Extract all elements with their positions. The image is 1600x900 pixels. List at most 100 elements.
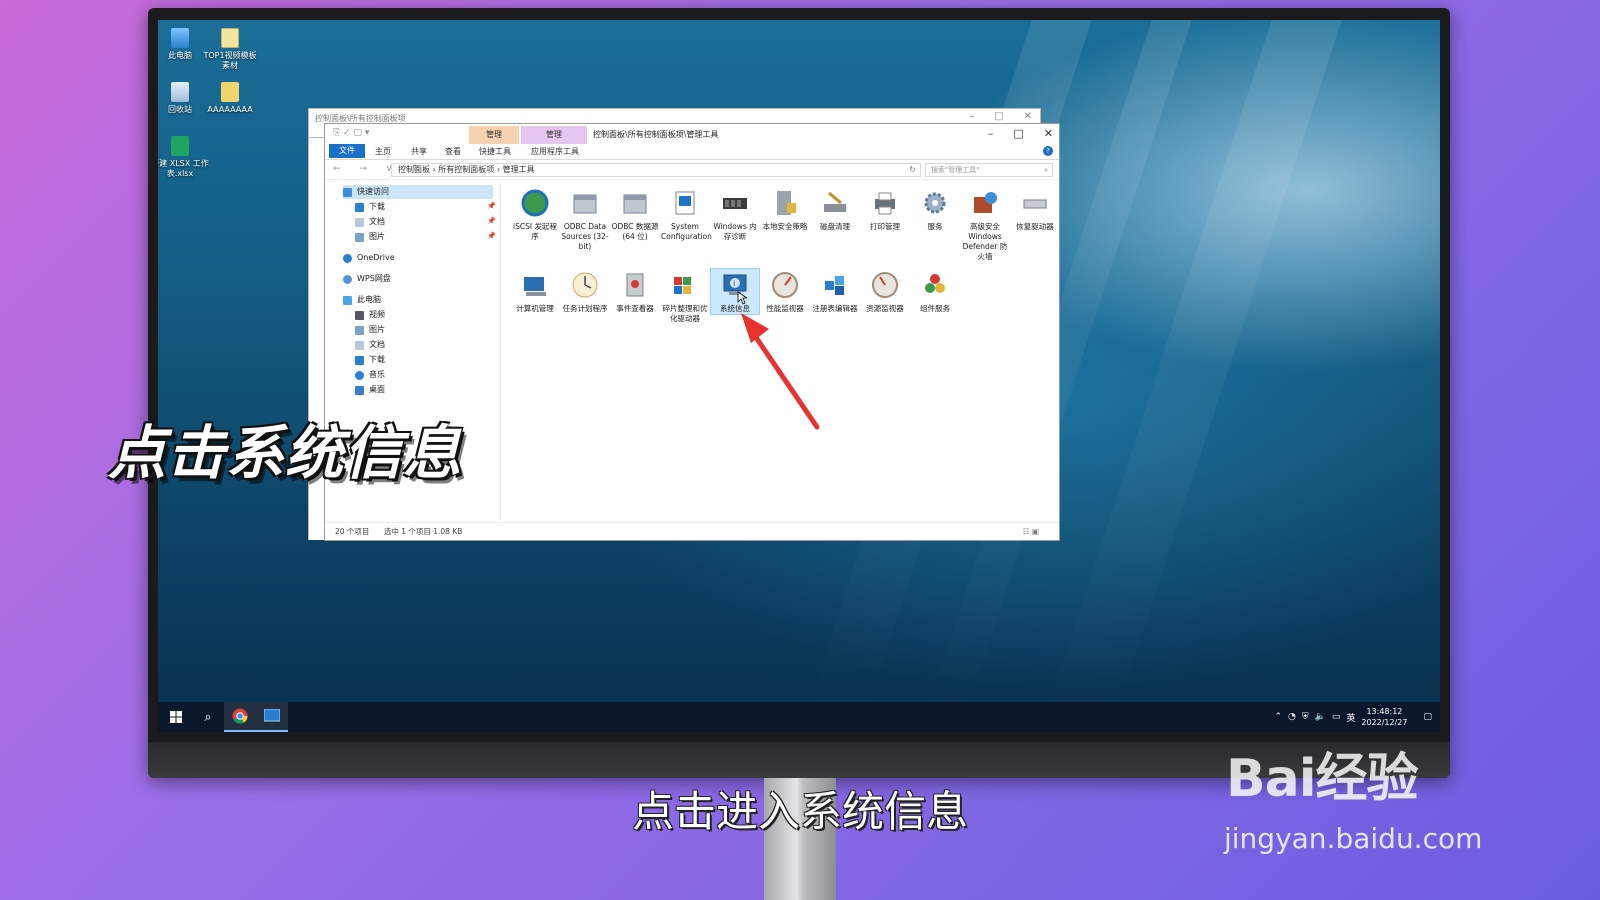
- display-icon[interactable]: ▭: [1332, 712, 1341, 722]
- tile-local-security-policy[interactable]: 本地安全策略: [761, 187, 809, 232]
- nav-pictures[interactable]: 图片: [355, 230, 385, 244]
- search-icon[interactable]: ⌕: [1044, 164, 1048, 176]
- drive-icon: [1019, 187, 1051, 219]
- nav-documents-pc[interactable]: 文档: [355, 338, 385, 352]
- tile-odbc-32[interactable]: ODBC Data Sources (32-bit): [561, 187, 609, 252]
- tile-defragment[interactable]: 碎片整理和优化驱动器: [661, 269, 709, 324]
- nav-music[interactable]: 音乐: [355, 368, 385, 382]
- desktop-icon-top1[interactable]: TOP1视频模板素材: [200, 28, 260, 71]
- notification-icon[interactable]: ▢: [1423, 712, 1432, 722]
- document-icon: [355, 217, 364, 227]
- minimize-icon[interactable]: –: [969, 111, 974, 122]
- system-tray: ⌃ ◔ ⛨ 🔈 ▭ 英 13:48:12 2022/12/27 ▢: [1274, 702, 1432, 732]
- tab-file[interactable]: 文件: [329, 144, 365, 158]
- nav-videos[interactable]: 视频: [355, 308, 385, 322]
- title-bar: ⎘ ✓ ▢ ▾ 管理 管理 控制面板\所有控制面板项\管理工具 – □ ✕: [325, 124, 1059, 144]
- breadcrumb-control-panel[interactable]: 控制面板: [398, 165, 430, 174]
- view-toggle-icon[interactable]: ☷ ▣: [1023, 523, 1039, 541]
- nav-wps[interactable]: WPS网盘: [343, 272, 391, 286]
- address-row: ← → ∨ ↑ 控制面板 › 所有控制面板项 › 管理工具 ↻ 搜索"管理工具"…: [325, 160, 1059, 180]
- computer-management-icon: [519, 269, 551, 301]
- pin-icon[interactable]: 📌: [487, 202, 496, 210]
- nav-quick-access[interactable]: 快速访问: [343, 185, 493, 199]
- context-tab-manage-2[interactable]: 管理: [521, 126, 587, 144]
- tab-view[interactable]: 查看: [445, 146, 461, 157]
- download-icon: [355, 355, 364, 365]
- tile-system-configuration[interactable]: System Configuration: [661, 187, 712, 242]
- status-bar: 20 个项目 选中 1 个项目 1.08 KB ☷ ▣: [325, 522, 1059, 540]
- database-icon: [569, 187, 601, 219]
- tile-recovery-drive[interactable]: 恢复驱动器: [1011, 187, 1059, 232]
- address-bar[interactable]: 控制面板 › 所有控制面板项 › 管理工具 ↻: [391, 163, 921, 177]
- close-icon[interactable]: ✕: [1024, 111, 1032, 122]
- big-caption: 点击系统信息: [108, 419, 463, 487]
- close-icon[interactable]: ✕: [1044, 127, 1053, 140]
- tile-memory-diagnostic[interactable]: Windows 内存诊断: [711, 187, 759, 242]
- tile-odbc-64[interactable]: ODBC 数据源(64 位): [611, 187, 659, 242]
- search-button[interactable]: ⌕: [192, 702, 224, 732]
- volume-icon[interactable]: 🔈: [1315, 712, 1326, 722]
- window-controls: – □ ✕: [988, 127, 1053, 140]
- context-tab-manage-1[interactable]: 管理: [469, 126, 519, 144]
- help-icon[interactable]: ?: [1043, 146, 1053, 156]
- nav-desktop[interactable]: 桌面: [355, 383, 385, 397]
- tab-home[interactable]: 主页: [375, 146, 391, 157]
- tab-app-tools[interactable]: 应用程序工具: [531, 146, 579, 157]
- picture-icon: [355, 325, 364, 335]
- input-language[interactable]: 英: [1346, 711, 1355, 724]
- start-button[interactable]: [160, 702, 192, 732]
- breadcrumb-all-items[interactable]: 所有控制面板项: [438, 165, 494, 174]
- tab-shortcut-tools[interactable]: 快捷工具: [479, 146, 511, 157]
- maximize-icon[interactable]: □: [994, 111, 1003, 122]
- nav-downloads[interactable]: 下载: [355, 200, 385, 214]
- refresh-icon[interactable]: ↻: [909, 164, 916, 176]
- clock[interactable]: 13:48:12 2022/12/27: [1361, 706, 1407, 728]
- nav-onedrive[interactable]: OneDrive: [343, 251, 395, 265]
- nav-this-pc[interactable]: 此电脑: [343, 293, 381, 307]
- taskbar: ⌕ ⌃ ◔ ⛨ 🔈 ▭ 英 13:48:12 2022/12/27 ▢: [158, 702, 1440, 732]
- desktop-icon-xlsx[interactable]: 新建 XLSX 工作表.xlsx: [158, 136, 210, 179]
- pin-icon[interactable]: 📌: [487, 217, 496, 225]
- control-panel-icon: [264, 709, 280, 722]
- shield-icon[interactable]: ⛨: [1302, 712, 1309, 722]
- tile-resource-monitor[interactable]: 资源监视器: [861, 269, 909, 314]
- nav-documents[interactable]: 文档: [355, 215, 385, 229]
- quick-access-toolbar[interactable]: ⎘ ✓ ▢ ▾: [333, 128, 369, 138]
- chrome-icon: [232, 708, 248, 724]
- taskbar-control-panel[interactable]: [256, 702, 288, 732]
- video-icon: [355, 310, 364, 320]
- nav-downloads-pc[interactable]: 下载: [355, 353, 385, 367]
- chevron-up-icon[interactable]: ⌃: [1274, 712, 1282, 722]
- taskbar-chrome[interactable]: [224, 702, 256, 732]
- search-input[interactable]: 搜索"管理工具" ⌕: [925, 163, 1053, 177]
- breadcrumb-admin-tools[interactable]: 管理工具: [503, 165, 535, 174]
- maximize-icon[interactable]: □: [1013, 127, 1023, 140]
- tile-event-viewer[interactable]: 事件查看器: [611, 269, 659, 314]
- folder-icon: [221, 28, 239, 48]
- network-icon[interactable]: ◔: [1288, 712, 1296, 722]
- computer-icon: [343, 295, 352, 305]
- nav-pictures-pc[interactable]: 图片: [355, 323, 385, 337]
- tile-disk-cleanup[interactable]: 磁盘清理: [811, 187, 859, 232]
- tile-computer-management[interactable]: 计算机管理: [511, 269, 559, 314]
- desktop-icon-aaaa[interactable]: AAAAAAAA: [200, 82, 260, 115]
- defrag-icon: [669, 269, 701, 301]
- tile-services[interactable]: 服务: [911, 187, 959, 232]
- pin-icon[interactable]: 📌: [487, 232, 496, 240]
- tile-component-services[interactable]: 组件服务: [911, 269, 959, 314]
- mouse-cursor-icon: [737, 291, 747, 305]
- desktop-screen: 此电脑 TOP1视频模板素材 回收站 AAAAAAAA 新建 XLSX 工作表.…: [158, 20, 1440, 732]
- tile-iscsi[interactable]: iSCSI 发起程序: [511, 187, 559, 242]
- file-list: iSCSI 发起程序 ODBC Data Sources (32-bit) OD…: [505, 187, 1055, 517]
- database-icon: [619, 187, 651, 219]
- red-arrow-annotation: [741, 313, 820, 430]
- picture-icon: [355, 232, 364, 242]
- tile-task-scheduler[interactable]: 任务计划程序: [561, 269, 609, 314]
- minimize-icon[interactable]: –: [988, 127, 994, 140]
- search-icon: ⌕: [204, 709, 212, 725]
- tile-defender-firewall[interactable]: 高级安全 Windows Defender 防火墙: [961, 187, 1009, 262]
- tile-print-management[interactable]: 打印管理: [861, 187, 909, 232]
- computer-icon: [171, 28, 189, 48]
- baidu-watermark: Bai经验 jingyan.baidu.com: [1224, 736, 1482, 855]
- tab-share[interactable]: 共享: [411, 146, 427, 157]
